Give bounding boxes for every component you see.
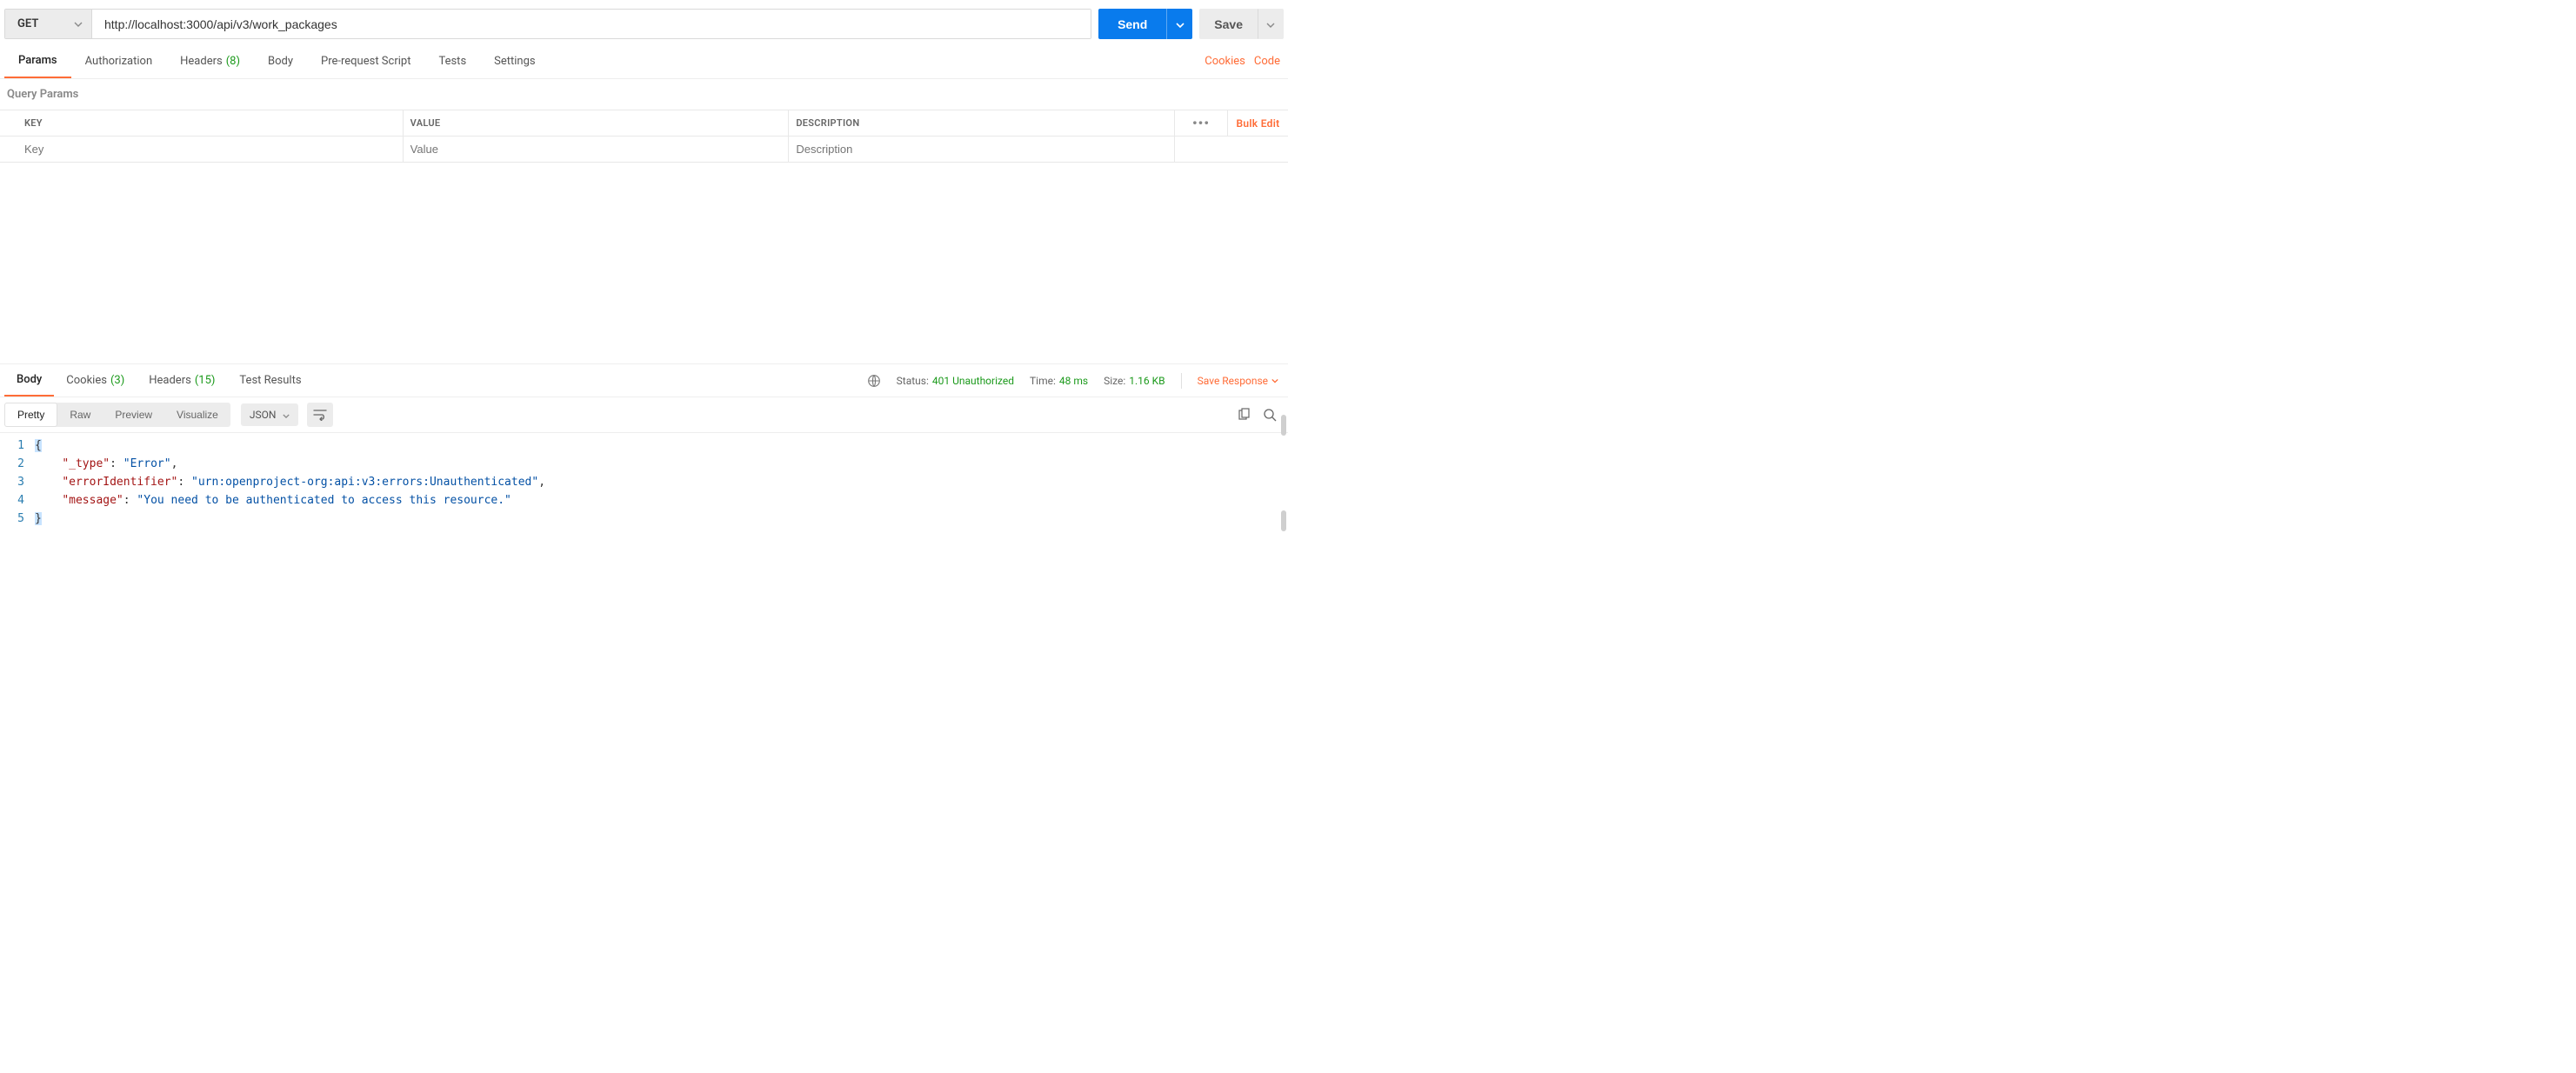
tab-settings[interactable]: Settings: [480, 44, 549, 78]
save-response-button[interactable]: Save Response: [1198, 375, 1278, 387]
save-dropdown-button[interactable]: [1258, 9, 1284, 39]
request-url-input[interactable]: [92, 10, 1091, 38]
send-button-group: Send: [1098, 9, 1192, 39]
resp-tab-test-results[interactable]: Test Results: [227, 364, 313, 397]
http-method-select[interactable]: GET: [5, 10, 92, 38]
tab-label: Tests: [438, 55, 466, 68]
code-link[interactable]: Code: [1254, 55, 1280, 68]
response-tabs: Body Cookies(3) Headers (15) Test Results…: [0, 364, 1288, 397]
divider: [1181, 373, 1182, 389]
more-options-icon[interactable]: •••: [1192, 115, 1210, 131]
col-value: VALUE: [404, 110, 790, 136]
tab-label: Authorization: [85, 55, 153, 68]
response-section: Body Cookies(3) Headers (15) Test Results…: [0, 363, 1288, 536]
time-label: Time:: [1030, 375, 1056, 387]
view-mode-group: Pretty Raw Preview Visualize: [4, 403, 230, 427]
chevron-down-icon: [283, 409, 290, 421]
chevron-down-icon: [1176, 17, 1185, 30]
tab-count: (8): [226, 55, 240, 68]
status-value: 401 Unauthorized: [932, 375, 1014, 387]
tab-label: Test Results: [239, 374, 301, 387]
save-button[interactable]: Save: [1199, 9, 1258, 39]
tab-body[interactable]: Body: [254, 44, 307, 78]
copy-icon[interactable]: [1237, 408, 1251, 422]
size-value: 1.16 KB: [1129, 375, 1165, 387]
method-url-group: GET: [4, 9, 1091, 39]
chevron-down-icon: [74, 22, 83, 27]
scrollbar-thumb[interactable]: [1281, 415, 1286, 436]
params-input-row: [0, 137, 1288, 163]
scrollbar-thumb[interactable]: [1281, 510, 1286, 531]
request-tabs: Params Authorization Headers(8) Body Pre…: [0, 44, 1288, 79]
bulk-edit-link[interactable]: Bulk Edit: [1227, 110, 1288, 136]
http-method-label: GET: [17, 17, 38, 30]
query-params-title: Query Params: [0, 79, 1288, 110]
globe-icon[interactable]: [867, 374, 881, 388]
view-raw[interactable]: Raw: [57, 403, 103, 427]
save-response-label: Save Response: [1198, 375, 1268, 387]
request-tabs-right: Cookies Code: [1205, 55, 1284, 68]
view-preview[interactable]: Preview: [103, 403, 164, 427]
tab-prerequest[interactable]: Pre-request Script: [307, 44, 424, 78]
param-key-input[interactable]: [24, 137, 396, 162]
line-number: 5: [0, 510, 24, 528]
tab-label: Headers: [149, 374, 191, 387]
tab-authorization[interactable]: Authorization: [71, 44, 167, 78]
response-view-toolbar: Pretty Raw Preview Visualize JSON: [0, 397, 1288, 433]
line-gutter: 1 2 3 4 5: [0, 437, 35, 528]
line-number: 3: [0, 473, 24, 491]
cookies-link[interactable]: Cookies: [1205, 55, 1245, 68]
tab-label: Pre-request Script: [321, 55, 410, 68]
status-label: Status:: [897, 375, 929, 387]
tab-tests[interactable]: Tests: [424, 44, 480, 78]
line-number: 2: [0, 455, 24, 473]
response-meta: Status:401 Unauthorized Time:48 ms Size:…: [867, 373, 1284, 389]
tab-count: (15): [195, 374, 216, 387]
line-number: 1: [0, 437, 24, 455]
resp-tab-cookies[interactable]: Cookies(3): [54, 364, 137, 397]
search-icon[interactable]: [1263, 408, 1277, 422]
send-dropdown-button[interactable]: [1166, 9, 1192, 39]
view-visualize[interactable]: Visualize: [164, 403, 230, 427]
time-value: 48 ms: [1059, 375, 1088, 387]
param-description-input[interactable]: [796, 137, 1167, 162]
save-button-group: Save: [1199, 9, 1284, 39]
tab-count: (3): [110, 374, 124, 387]
json-viewer: 1 2 3 4 5 { "_type": "Error", "errorIden…: [0, 433, 1288, 536]
wrap-lines-button[interactable]: [307, 403, 333, 427]
tab-label: Body: [268, 55, 293, 68]
size-label: Size:: [1104, 375, 1125, 387]
tab-label: Headers: [180, 55, 223, 68]
tab-label: Settings: [494, 55, 535, 68]
view-toolbar-right: [1237, 408, 1284, 422]
request-bar: GET Send Save: [0, 0, 1288, 44]
resp-tab-body[interactable]: Body: [4, 364, 54, 397]
line-number: 4: [0, 491, 24, 510]
chevron-down-icon: [1266, 17, 1275, 30]
resp-tab-headers[interactable]: Headers (15): [137, 364, 227, 397]
col-description: DESCRIPTION: [789, 110, 1175, 136]
param-value-input[interactable]: [410, 137, 782, 162]
view-pretty[interactable]: Pretty: [4, 403, 57, 427]
json-code[interactable]: { "_type": "Error", "errorIdentifier": "…: [35, 437, 1288, 528]
tab-headers[interactable]: Headers(8): [166, 44, 254, 78]
format-select[interactable]: JSON: [241, 403, 299, 426]
tab-label: Body: [17, 373, 42, 386]
tab-label: Params: [18, 54, 57, 67]
format-label: JSON: [250, 409, 277, 421]
tab-params[interactable]: Params: [4, 44, 71, 78]
query-params-table: KEY VALUE DESCRIPTION ••• Bulk Edit: [0, 110, 1288, 163]
tab-label: Cookies: [66, 374, 107, 387]
send-button[interactable]: Send: [1098, 9, 1166, 39]
col-key: KEY: [17, 110, 404, 136]
params-header-row: KEY VALUE DESCRIPTION ••• Bulk Edit: [0, 110, 1288, 137]
